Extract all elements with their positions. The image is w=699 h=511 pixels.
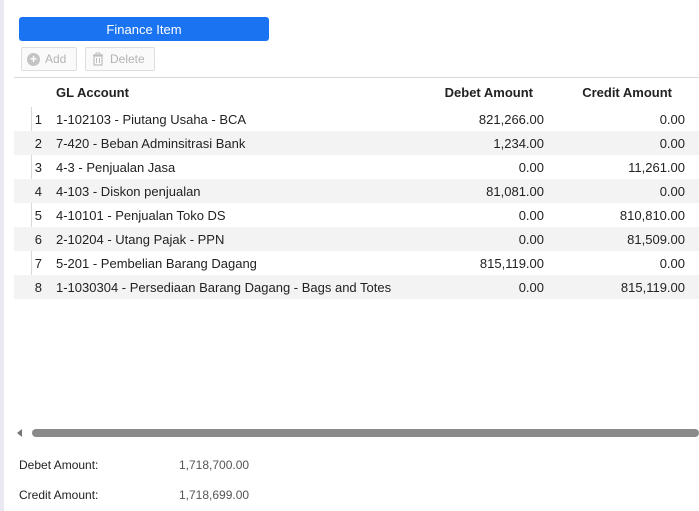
- debet-amount-cell[interactable]: 1,234.00: [493, 136, 544, 151]
- column-header-credit-amount[interactable]: Credit Amount: [582, 85, 672, 100]
- table-row[interactable]: 7 5-201 - Pembelian Barang Dagang 815,11…: [14, 251, 699, 275]
- trash-icon: [93, 52, 103, 66]
- credit-amount-cell[interactable]: 815,119.00: [621, 280, 685, 295]
- column-header-gl-account[interactable]: GL Account: [56, 85, 129, 100]
- credit-amount-cell[interactable]: 11,261.00: [628, 160, 685, 175]
- finance-item-header[interactable]: Finance Item: [19, 17, 269, 41]
- debet-amount-cell[interactable]: 0.00: [519, 208, 544, 223]
- add-button[interactable]: + Add: [21, 47, 77, 71]
- gl-account-cell[interactable]: 4-3 - Penjualan Jasa: [56, 160, 175, 175]
- row-number: 4: [34, 184, 42, 199]
- plus-circle-icon: +: [27, 52, 40, 66]
- row-number: 7: [34, 256, 42, 271]
- add-button-label: Add: [45, 52, 67, 66]
- row-number: 5: [34, 208, 42, 223]
- debet-amount-cell[interactable]: 821,266.00: [479, 112, 544, 127]
- delete-button-label: Delete: [110, 52, 145, 66]
- debet-total-value: 1,718,700.00: [179, 458, 250, 472]
- horizontal-scrollbar[interactable]: [14, 427, 699, 439]
- credit-total-value: 1,718,699.00: [179, 488, 250, 502]
- finance-item-title: Finance Item: [106, 21, 182, 37]
- credit-amount-cell[interactable]: 0.00: [660, 184, 685, 199]
- credit-total-label: Credit Amount:: [19, 488, 99, 502]
- debet-amount-cell[interactable]: 81,081.00: [486, 184, 544, 199]
- delete-button[interactable]: Delete: [85, 47, 155, 71]
- grid-toolbar: + Add Delete: [21, 47, 155, 71]
- credit-amount-cell[interactable]: 0.00: [660, 112, 685, 127]
- credit-amount-cell[interactable]: 0.00: [660, 136, 685, 151]
- row-number: 8: [34, 280, 42, 295]
- table-row[interactable]: 6 2-10204 - Utang Pajak - PPN 0.00 81,50…: [14, 227, 699, 251]
- gl-account-cell[interactable]: 2-10204 - Utang Pajak - PPN: [56, 232, 224, 247]
- table-row[interactable]: 5 4-10101 - Penjualan Toko DS 0.00 810,8…: [14, 203, 699, 227]
- credit-amount-cell[interactable]: 0.00: [660, 256, 685, 271]
- credit-amount-cell[interactable]: 810,810.00: [620, 208, 685, 223]
- table-row[interactable]: 1 1-102103 - Piutang Usaha - BCA 821,266…: [14, 107, 699, 131]
- scrollbar-thumb[interactable]: [32, 429, 699, 437]
- grid-body: 1 1-102103 - Piutang Usaha - BCA 821,266…: [14, 107, 699, 299]
- gl-account-cell[interactable]: 7-420 - Beban Adminsitrasi Bank: [56, 136, 245, 151]
- debet-amount-cell[interactable]: 0.00: [519, 160, 544, 175]
- gl-account-cell[interactable]: 4-10101 - Penjualan Toko DS: [56, 208, 226, 223]
- row-number: 1: [34, 112, 42, 127]
- gl-account-cell[interactable]: 4-103 - Diskon penjualan: [56, 184, 201, 199]
- column-header-debet-amount[interactable]: Debet Amount: [445, 85, 533, 100]
- scroll-left-arrow-icon[interactable]: [17, 429, 22, 437]
- table-row[interactable]: 2 7-420 - Beban Adminsitrasi Bank 1,234.…: [14, 131, 699, 155]
- table-row[interactable]: 4 4-103 - Diskon penjualan 81,081.00 0.0…: [14, 179, 699, 203]
- row-number: 3: [34, 160, 42, 175]
- left-panel-edge: [0, 0, 4, 511]
- debet-amount-cell[interactable]: 0.00: [519, 232, 544, 247]
- debet-amount-cell[interactable]: 815,119.00: [480, 256, 544, 271]
- debet-amount-cell[interactable]: 0.00: [519, 280, 544, 295]
- debet-total-label: Debet Amount:: [19, 458, 99, 472]
- credit-amount-cell[interactable]: 81,509.00: [627, 232, 685, 247]
- table-row[interactable]: 3 4-3 - Penjualan Jasa 0.00 11,261.00: [14, 155, 699, 179]
- table-row[interactable]: 8 1-1030304 - Persediaan Barang Dagang -…: [14, 275, 699, 299]
- gl-account-cell[interactable]: 1-1030304 - Persediaan Barang Dagang - B…: [56, 280, 391, 295]
- grid-top-border: [14, 77, 699, 78]
- grid-header: GL Account Debet Amount Credit Amount: [14, 79, 699, 106]
- row-number: 6: [34, 232, 42, 247]
- row-number: 2: [34, 136, 42, 151]
- gl-account-cell[interactable]: 1-102103 - Piutang Usaha - BCA: [56, 112, 246, 127]
- gl-account-cell[interactable]: 5-201 - Pembelian Barang Dagang: [56, 256, 257, 271]
